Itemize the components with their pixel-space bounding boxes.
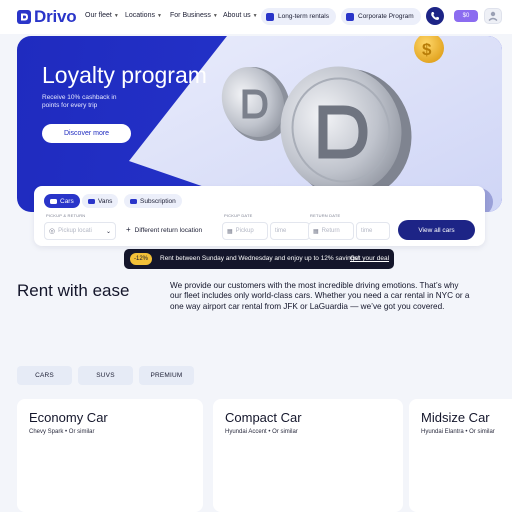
brand-logo[interactable]: Drivo — [17, 7, 77, 27]
category-tab-suvs[interactable]: SUVS — [78, 366, 133, 385]
pickup-time-input[interactable]: time — [270, 222, 310, 240]
nav-link-label: Our fleet — [85, 12, 112, 19]
nav-for-business[interactable]: For Business ▼ — [170, 12, 218, 19]
chevron-down-icon: ▼ — [252, 12, 258, 19]
svg-text:$: $ — [422, 40, 432, 59]
van-icon — [88, 198, 95, 204]
nav-link-label: Locations — [125, 12, 155, 19]
nav-link-label: For Business — [170, 12, 211, 19]
nav-about-us[interactable]: About us ▼ — [223, 12, 258, 19]
pickup-date-label: PICKUP DATE — [224, 213, 253, 218]
tab-label: Vans — [98, 197, 113, 205]
return-time-placeholder: time — [361, 228, 373, 234]
briefcase-icon — [346, 12, 354, 21]
return-date-label: RETURN DATE — [310, 213, 341, 218]
tab-vans[interactable]: Vans — [82, 194, 119, 208]
car-name: Economy Car — [29, 410, 108, 425]
pickup-date-input[interactable]: ▦ Pickup — [222, 222, 268, 240]
car-name: Compact Car — [225, 410, 302, 425]
different-return-location-toggle[interactable]: + Different return location — [126, 225, 203, 235]
section-title: Rent with ease — [17, 281, 130, 300]
discover-more-button[interactable]: Discover more — [42, 124, 131, 143]
pickup-date-placeholder: Pickup — [235, 228, 254, 234]
top-nav: Drivo Our fleet ▼ Locations ▼ For Busine… — [0, 0, 512, 34]
promo-banner: -12% Rent between Sunday and Wednesday a… — [124, 249, 394, 269]
hero-title: Loyalty program — [42, 62, 207, 88]
car-icon — [50, 198, 57, 204]
nav-link-label: About us — [223, 12, 251, 19]
location-pin-icon: ◎ — [49, 228, 56, 235]
calendar-icon — [266, 12, 274, 21]
plus-icon: + — [126, 225, 131, 234]
promo-text: Rent between Sunday and Wednesday and en… — [160, 255, 360, 262]
car-model: Hyundai Elantra • Or similar — [421, 429, 495, 435]
chevron-down-icon: ⌄ — [105, 228, 111, 235]
section-description: We provide our customers with the most i… — [170, 281, 470, 311]
pill-label: Long-term rentals — [278, 13, 329, 20]
nav-locations[interactable]: Locations ▼ — [125, 12, 162, 19]
pill-label: Corporate Program — [358, 13, 414, 20]
calendar-icon: ▦ — [227, 228, 233, 235]
return-time-input[interactable]: time — [356, 222, 390, 240]
get-your-deal-link[interactable]: Get your deal — [350, 255, 389, 262]
subscription-icon — [130, 198, 137, 204]
tab-label: Subscription — [140, 197, 176, 205]
tab-subscription[interactable]: Subscription — [124, 194, 182, 208]
category-tab-cars[interactable]: CARS — [17, 366, 72, 385]
view-all-cars-button[interactable]: View all cars — [398, 220, 475, 240]
pickup-location-placeholder: Pickup locati — [58, 228, 92, 234]
chevron-down-icon: ▼ — [212, 12, 218, 19]
discount-badge: -12% — [130, 253, 152, 265]
brand-name: Drivo — [34, 7, 77, 26]
pickup-time-placeholder: time — [275, 228, 287, 234]
car-model: Chevy Spark • Or similar — [29, 429, 95, 435]
different-return-label: Different return location — [134, 227, 203, 234]
car-name: Midsize Car — [421, 410, 490, 425]
car-card[interactable]: Economy Car Chevy Spark • Or similar — [17, 399, 203, 512]
car-card[interactable]: Compact Car Hyundai Accent • Or similar — [213, 399, 403, 512]
nav-our-fleet[interactable]: Our fleet ▼ — [85, 12, 119, 19]
drivo-logo-icon — [17, 10, 31, 24]
tab-cars[interactable]: Cars — [44, 194, 80, 208]
category-tab-premium[interactable]: PREMIUM — [139, 366, 194, 385]
car-card[interactable]: Midsize Car Hyundai Elantra • Or similar — [409, 399, 512, 512]
long-term-rentals-button[interactable]: Long-term rentals — [261, 8, 336, 25]
calendar-icon: ▦ — [313, 228, 319, 235]
account-button[interactable] — [484, 8, 502, 24]
phone-button[interactable] — [426, 7, 444, 25]
currency-label: $0 — [462, 13, 470, 19]
hero-subtitle: Receive 10% cashback in points for every… — [42, 94, 117, 109]
pickup-return-label: PICKUP & RETURN — [46, 213, 86, 218]
tab-label: Cars — [60, 197, 74, 205]
return-date-placeholder: Return — [321, 228, 340, 234]
car-model: Hyundai Accent • Or similar — [225, 429, 298, 435]
phone-icon — [431, 12, 439, 20]
chevron-down-icon: ▼ — [113, 12, 119, 19]
return-date-input[interactable]: ▦ Return — [308, 222, 354, 240]
pickup-location-input[interactable]: ◎ Pickup locati ⌄ — [44, 222, 116, 240]
currency-badge[interactable]: $0 — [454, 10, 478, 22]
booking-panel: Cars Vans Subscription PICKUP & RETURN ◎… — [34, 186, 485, 246]
chevron-down-icon: ▼ — [156, 12, 162, 19]
corporate-program-button[interactable]: Corporate Program — [341, 8, 421, 25]
user-icon — [488, 11, 498, 21]
